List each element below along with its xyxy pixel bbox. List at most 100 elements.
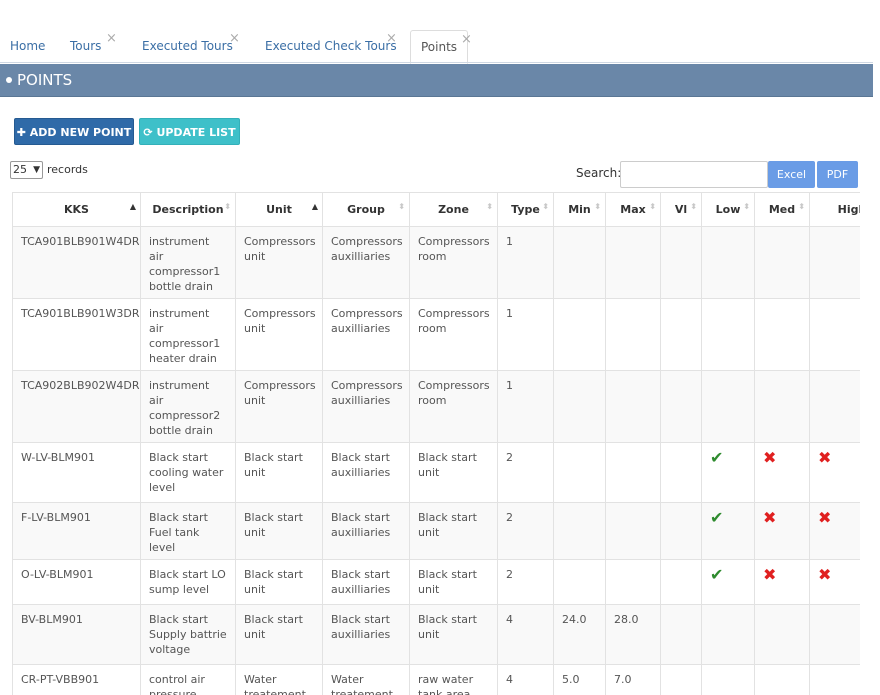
table-row[interactable]: CR-PT-VBB901 control air pressure Water tr… <box>12 664 860 695</box>
cell-type: 2 <box>497 502 554 560</box>
close-icon[interactable]: × <box>461 23 472 56</box>
cell-max <box>605 370 661 443</box>
column-header[interactable]: Low ⬍ <box>701 192 755 227</box>
check-icon: ✔ <box>710 448 724 467</box>
cell-vl <box>660 442 702 503</box>
cell-unit: Water treatement unit <box>235 664 323 695</box>
cell-kks: BV-BLM901 <box>12 604 141 665</box>
cross-icon: ✖ <box>763 508 777 527</box>
cell-low: ✔ <box>701 502 755 560</box>
column-header-label: Description <box>152 203 224 216</box>
cell-vl <box>660 226 702 299</box>
tab-divider <box>0 62 873 63</box>
cell-unit: Black start unit <box>235 559 323 605</box>
cell-type: 1 <box>497 370 554 443</box>
tab-bar: Home Tours × Executed Tours × Executed Che… <box>0 0 880 64</box>
update-list-button[interactable]: ⟳ UPDATE LIST <box>139 118 240 145</box>
excel-export-button[interactable]: Excel <box>768 161 815 188</box>
column-header[interactable]: Group ⬍ <box>322 192 410 227</box>
cell-med: ✖ <box>754 502 810 560</box>
column-header[interactable]: KKS ▲ <box>12 192 141 227</box>
column-header[interactable]: Type ⬍ <box>497 192 554 227</box>
table-row[interactable]: F-LV-BLM901 Black start Fuel tank level Bl… <box>12 502 860 560</box>
cell-min <box>553 559 606 605</box>
tab-tours[interactable]: Tours × <box>60 30 117 63</box>
close-icon[interactable]: × <box>106 22 117 55</box>
cross-icon: ✖ <box>818 448 832 467</box>
cell-min <box>553 370 606 443</box>
cell-kks: W-LV-BLM901 <box>12 442 141 503</box>
refresh-icon: ⟳ <box>143 126 157 139</box>
tab-points[interactable]: Points × <box>410 30 472 64</box>
cross-icon: ✖ <box>763 448 777 467</box>
cell-zone: raw water tank area <box>409 664 498 695</box>
search-label: Search: <box>576 166 622 180</box>
cell-med: ✖ <box>754 442 810 503</box>
update-label: UPDATE LIST <box>156 126 236 139</box>
column-header[interactable]: Min ⬍ <box>553 192 606 227</box>
cell-group: Black start auxilliaries <box>322 559 410 605</box>
table-row[interactable]: TCA901BLB901W4DR instrument air compresso… <box>12 226 860 299</box>
column-header[interactable]: Zone ⬍ <box>409 192 498 227</box>
cell-vl <box>660 502 702 560</box>
cell-zone: Compressors room <box>409 298 498 371</box>
cell-zone: Compressors room <box>409 226 498 299</box>
tab-executed-check-tours[interactable]: Executed Check Tours × <box>255 30 407 63</box>
cell-kks: O-LV-BLM901 <box>12 559 141 605</box>
cell-group: Water treatement unit <box>322 664 410 695</box>
close-icon[interactable]: × <box>229 22 240 55</box>
sort-asc-icon: ▲ <box>129 202 136 211</box>
column-header[interactable]: Unit ▲ <box>235 192 323 227</box>
tab-executed-tours[interactable]: Executed Tours × <box>132 30 243 63</box>
cell-group: Compressors auxilliaries <box>322 226 410 299</box>
tab-label: Executed Check Tours <box>265 39 397 53</box>
cell-kks: TCA901BLB901W4DR <box>12 226 141 299</box>
column-header-label: Max <box>620 203 646 216</box>
table-row[interactable]: W-LV-BLM901 Black start cooling water lev… <box>12 442 860 503</box>
table-row[interactable]: TCA902BLB902W4DR instrument air compresso… <box>12 370 860 443</box>
cell-type: 4 <box>497 664 554 695</box>
map-pin-icon <box>6 77 12 83</box>
cell-unit: Black start unit <box>235 442 323 503</box>
cell-low: ✔ <box>701 559 755 605</box>
table-row[interactable]: BV-BLM901 Black start Supply battrie volt… <box>12 604 860 665</box>
plus-icon: ✚ <box>16 126 30 139</box>
column-header-label: Low <box>715 203 741 216</box>
tab-home[interactable]: Home <box>0 30 55 63</box>
pdf-export-button[interactable]: PDF <box>817 161 858 188</box>
cell-kks: F-LV-BLM901 <box>12 502 141 560</box>
search-input[interactable] <box>620 161 768 188</box>
cell-type: 1 <box>497 226 554 299</box>
sort-icon: ⬍ <box>224 202 231 211</box>
cell-med <box>754 226 810 299</box>
table-row[interactable]: O-LV-BLM901 Black start LO sump level Blac… <box>12 559 860 605</box>
cell-type: 1 <box>497 298 554 371</box>
column-header[interactable]: Med ⬍ <box>754 192 810 227</box>
table-row[interactable]: TCA901BLB901W3DR instrument air compresso… <box>12 298 860 371</box>
cell-type: 4 <box>497 604 554 665</box>
column-header[interactable]: Vl ⬍ <box>660 192 702 227</box>
cell-kks: CR-PT-VBB901 <box>12 664 141 695</box>
sort-asc-icon: ▲ <box>311 202 318 211</box>
table-body: TCA901BLB901W4DR instrument air compresso… <box>12 226 860 695</box>
cell-unit: Black start unit <box>235 604 323 665</box>
panel-title: POINTS <box>17 71 73 89</box>
cell-low <box>701 298 755 371</box>
close-icon[interactable]: × <box>386 22 397 55</box>
column-header[interactable]: Description ⬍ <box>140 192 236 227</box>
chevron-down-icon: ▼ <box>33 165 40 175</box>
cell-unit: Compressors unit <box>235 226 323 299</box>
cell-description: instrument air compressor1 bottle drain <box>140 226 236 299</box>
cell-med <box>754 664 810 695</box>
cell-vl <box>660 298 702 371</box>
cell-zone: Black start unit <box>409 604 498 665</box>
column-header[interactable]: Max ⬍ <box>605 192 661 227</box>
cell-min <box>553 442 606 503</box>
sort-icon: ⬍ <box>594 202 601 211</box>
page-length-select[interactable]: 25 ▼ <box>10 161 43 179</box>
cell-high <box>809 604 860 665</box>
column-header[interactable]: High⬍ <box>809 192 860 227</box>
cell-min: 5.0 <box>553 664 606 695</box>
add-new-point-button[interactable]: ✚ ADD NEW POINT <box>14 118 134 145</box>
check-icon: ✔ <box>710 508 724 527</box>
